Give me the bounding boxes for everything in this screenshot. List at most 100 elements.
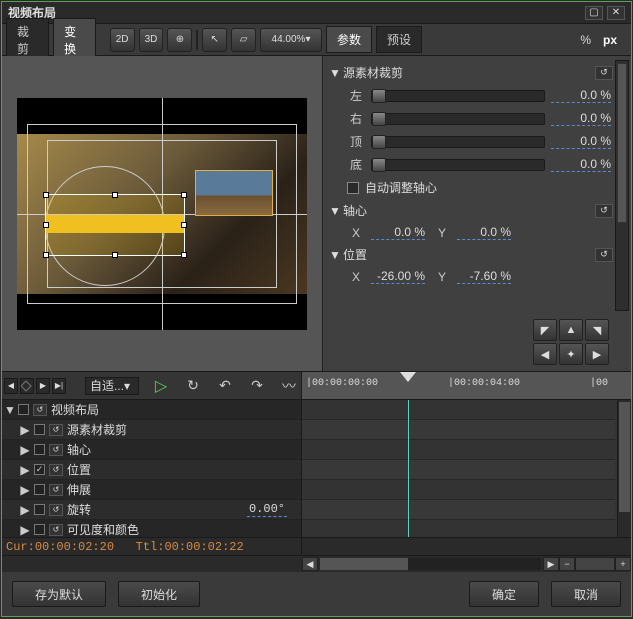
group-source-crop[interactable]: ▼ 源素材裁剪 ↺ bbox=[329, 62, 613, 83]
track-source-crop[interactable]: ▶ ↺ 源素材裁剪 bbox=[2, 420, 301, 440]
hscroll-thumb[interactable] bbox=[320, 558, 408, 570]
track-stretch[interactable]: ▶ ↺ 伸展 bbox=[2, 480, 301, 500]
group-axis[interactable]: ▼ 轴心 ↺ bbox=[329, 200, 613, 221]
tab-preset[interactable]: 预设 bbox=[376, 26, 422, 53]
checkbox-auto-axis[interactable] bbox=[347, 182, 359, 194]
redo-button[interactable]: ↷ bbox=[245, 376, 269, 396]
params-scroll-thumb[interactable] bbox=[617, 63, 627, 223]
hscroll-right-button[interactable]: ▶ bbox=[543, 557, 559, 571]
play-button[interactable]: ▷ bbox=[149, 376, 173, 396]
track-reset-button[interactable]: ↺ bbox=[49, 464, 63, 476]
graph-button[interactable]: 〰 bbox=[277, 376, 301, 396]
hscroll-left-button[interactable]: ◀ bbox=[302, 557, 318, 571]
keyframe-toggle[interactable] bbox=[20, 378, 34, 394]
loop-button[interactable]: ↻ bbox=[181, 376, 205, 396]
track-enable-checkbox[interactable] bbox=[34, 484, 45, 495]
track-enable-checkbox[interactable] bbox=[34, 504, 45, 515]
timeline-vscrollbar[interactable] bbox=[617, 400, 631, 537]
track-enable-checkbox[interactable] bbox=[18, 404, 29, 415]
value-axis-y[interactable]: 0.0 % bbox=[457, 225, 511, 240]
nudge-left[interactable]: ◀ bbox=[533, 343, 557, 365]
preview-canvas[interactable] bbox=[17, 98, 307, 330]
reset-position[interactable]: ↺ bbox=[595, 248, 613, 262]
tab-crop[interactable]: 裁剪 bbox=[6, 18, 49, 62]
timeline-cursor[interactable] bbox=[408, 400, 409, 537]
handle-s[interactable] bbox=[112, 252, 118, 258]
slider-crop-right[interactable] bbox=[371, 113, 545, 125]
track-reset-button[interactable]: ↺ bbox=[33, 404, 47, 416]
group-position[interactable]: ▼ 位置 ↺ bbox=[329, 244, 613, 265]
zoom-out-button[interactable]: − bbox=[559, 557, 575, 571]
nudge-up[interactable]: ▲ bbox=[559, 319, 583, 341]
undo-button[interactable]: ↶ bbox=[213, 376, 237, 396]
keyframe-end-button[interactable]: ▶| bbox=[52, 378, 66, 394]
selection-box[interactable] bbox=[45, 194, 185, 256]
reset-axis[interactable]: ↺ bbox=[595, 204, 613, 218]
track-reset-button[interactable]: ↺ bbox=[49, 524, 63, 536]
value-axis-x[interactable]: 0.0 % bbox=[371, 225, 425, 240]
slider-crop-left[interactable] bbox=[371, 90, 545, 102]
value-position-x[interactable]: -26.00 % bbox=[371, 269, 425, 284]
track-enable-checkbox[interactable] bbox=[34, 524, 45, 535]
track-rotate[interactable]: ▶ ↺ 旋转 0.00° bbox=[2, 500, 301, 520]
track-visibility[interactable]: ▶ ↺ 可见度和颜色 bbox=[2, 520, 301, 537]
handle-nw[interactable] bbox=[43, 192, 49, 198]
nudge-right[interactable]: ▶ bbox=[585, 343, 609, 365]
next-keyframe-button[interactable]: ▶ bbox=[36, 378, 50, 394]
mode-3d-button[interactable]: 3D bbox=[139, 28, 164, 52]
track-enable-checkbox[interactable] bbox=[34, 464, 45, 475]
handle-ne[interactable] bbox=[181, 192, 187, 198]
track-reset-button[interactable]: ↺ bbox=[49, 504, 63, 516]
unit-percent[interactable]: % bbox=[576, 33, 595, 47]
track-reset-button[interactable]: ↺ bbox=[49, 424, 63, 436]
maximize-button[interactable]: ▢ bbox=[585, 6, 603, 20]
zoom-slider[interactable] bbox=[575, 557, 615, 571]
unit-pixel[interactable]: px bbox=[599, 33, 621, 47]
track-axis[interactable]: ▶ ↺ 轴心 bbox=[2, 440, 301, 460]
nudge-center[interactable]: ✦ bbox=[559, 343, 583, 365]
slider-crop-top[interactable] bbox=[371, 136, 545, 148]
nudge-up-right[interactable]: ◥ bbox=[585, 319, 609, 341]
handle-sw[interactable] bbox=[43, 252, 49, 258]
reset-source-crop[interactable]: ↺ bbox=[595, 66, 613, 80]
value-crop-left[interactable]: 0.0 % bbox=[551, 88, 611, 103]
track-enable-checkbox[interactable] bbox=[34, 444, 45, 455]
pip-clip[interactable] bbox=[195, 170, 273, 216]
value-crop-top[interactable]: 0.0 % bbox=[551, 134, 611, 149]
time-ruler[interactable]: |00:00:00:00 |00:00:04:00 |00 bbox=[302, 372, 631, 400]
save-default-button[interactable]: 存为默认 bbox=[12, 581, 106, 607]
value-position-y[interactable]: -7.60 % bbox=[457, 269, 511, 284]
track-reset-button[interactable]: ↺ bbox=[49, 484, 63, 496]
mode-2d-button[interactable]: 2D bbox=[110, 28, 135, 52]
value-crop-bottom[interactable]: 0.0 % bbox=[551, 157, 611, 172]
handle-w[interactable] bbox=[43, 222, 49, 228]
pointer-tool[interactable]: ↖ bbox=[202, 28, 227, 52]
tab-params[interactable]: 参数 bbox=[326, 26, 372, 53]
timeline-vscroll-thumb[interactable] bbox=[619, 402, 630, 512]
params-scrollbar[interactable] bbox=[615, 60, 629, 311]
ok-button[interactable]: 确定 bbox=[469, 581, 539, 607]
tab-transform[interactable]: 变换 bbox=[53, 18, 96, 62]
motion-preset-dropdown[interactable]: 自适...▾ bbox=[85, 377, 139, 395]
prev-keyframe-button[interactable]: ◀ bbox=[4, 378, 18, 394]
guide-button[interactable]: ⊕ bbox=[167, 28, 192, 52]
handle-se[interactable] bbox=[181, 252, 187, 258]
track-enable-checkbox[interactable] bbox=[34, 424, 45, 435]
zoom-in-button[interactable]: + bbox=[615, 557, 631, 571]
slider-crop-bottom[interactable] bbox=[371, 159, 545, 171]
crop-tool[interactable]: ▱ bbox=[231, 28, 256, 52]
track-root[interactable]: ▼ ↺ 视频布局 bbox=[2, 400, 301, 420]
zoom-dropdown[interactable]: 44.00% ▾ bbox=[260, 28, 322, 52]
cancel-button[interactable]: 取消 bbox=[551, 581, 621, 607]
nudge-up-left[interactable]: ◤ bbox=[533, 319, 557, 341]
track-rotate-value[interactable]: 0.00° bbox=[247, 502, 287, 517]
playhead[interactable] bbox=[400, 372, 416, 400]
value-crop-right[interactable]: 0.0 % bbox=[551, 111, 611, 126]
hscroll-track[interactable] bbox=[320, 558, 541, 570]
close-button[interactable]: ✕ bbox=[607, 6, 625, 20]
initialize-button[interactable]: 初始化 bbox=[118, 581, 200, 607]
timeline-body[interactable] bbox=[302, 400, 631, 537]
track-position[interactable]: ▶ ↺ 位置 bbox=[2, 460, 301, 480]
handle-n[interactable] bbox=[112, 192, 118, 198]
track-reset-button[interactable]: ↺ bbox=[49, 444, 63, 456]
